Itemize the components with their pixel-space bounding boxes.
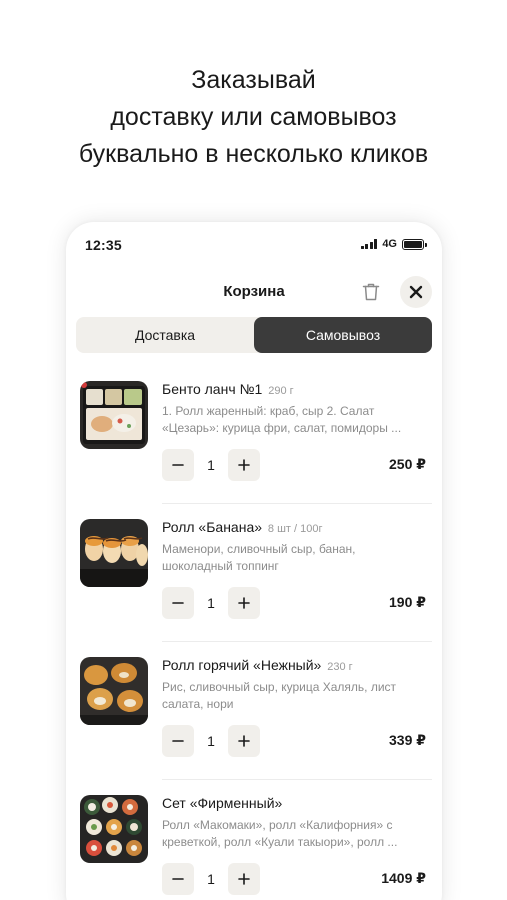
tab-pickup[interactable]: Самовывоз xyxy=(254,317,432,353)
increase-button[interactable] xyxy=(228,863,260,895)
item-quantity: 1 xyxy=(207,871,215,887)
status-bar: 12:35 4G xyxy=(66,222,442,266)
product-image xyxy=(80,657,148,725)
cart-item: Бенто ланч №1 290 г 1. Ролл жаренный: кр… xyxy=(66,365,442,503)
item-quantity: 1 xyxy=(207,595,215,611)
product-image xyxy=(80,795,148,863)
minus-icon xyxy=(172,878,184,880)
item-price: 1409 ₽ xyxy=(381,870,426,886)
trash-icon[interactable] xyxy=(361,281,381,303)
headline-line-3: буквально в несколько кликов xyxy=(78,140,429,168)
decrease-button[interactable] xyxy=(162,449,194,481)
item-title-line: Ролл горячий «Нежный» 230 г xyxy=(162,657,432,673)
minus-icon xyxy=(172,740,184,742)
item-weight: 230 г xyxy=(327,661,353,673)
headline-line-1: Заказывай xyxy=(191,66,316,94)
item-title-line: Сет «Фирменный» xyxy=(162,795,432,811)
network-type: 4G xyxy=(382,238,397,250)
cart-item: Ролл горячий «Нежный» 230 г Рис, сливочн… xyxy=(66,641,442,779)
status-time: 12:35 xyxy=(85,237,122,253)
item-description: 1. Ролл жаренный: краб, сыр 2. Салат «Це… xyxy=(162,404,402,435)
increase-button[interactable] xyxy=(228,449,260,481)
minus-icon xyxy=(172,602,184,604)
cart-items-list: Бенто ланч №1 290 г 1. Ролл жаренный: кр… xyxy=(66,365,442,900)
plus-icon xyxy=(238,735,250,747)
quantity-stepper: 1 xyxy=(162,449,260,481)
item-name: Ролл горячий «Нежный» xyxy=(162,657,322,673)
battery-icon xyxy=(402,238,427,250)
item-quantity: 1 xyxy=(207,733,215,749)
page-title: Корзина xyxy=(223,283,285,300)
signal-icon xyxy=(360,239,378,249)
cart-item: Ролл «Банана» 8 шт / 100г Маменори, слив… xyxy=(66,503,442,641)
item-quantity: 1 xyxy=(207,457,215,473)
item-name: Бенто ланч №1 xyxy=(162,381,263,397)
item-description: Рис, сливочный сыр, курица Халяль, лист … xyxy=(162,680,397,711)
product-image xyxy=(80,519,148,587)
product-image xyxy=(80,381,148,449)
cart-header: Корзина xyxy=(66,274,442,310)
promo-headline: Заказывай доставку или самовывоз букваль… xyxy=(0,62,507,173)
quantity-stepper: 1 xyxy=(162,863,260,895)
decrease-button[interactable] xyxy=(162,587,194,619)
item-price: 190 ₽ xyxy=(389,594,426,610)
delivery-mode-switch: Доставка Самовывоз xyxy=(76,317,432,353)
plus-icon xyxy=(238,597,250,609)
item-title-line: Бенто ланч №1 290 г xyxy=(162,381,432,397)
phone-mockup: 12:35 4G Корзина Доставка Самовывоз Бент… xyxy=(66,222,442,900)
decrease-button[interactable] xyxy=(162,725,194,757)
close-icon xyxy=(409,285,423,299)
increase-button[interactable] xyxy=(228,725,260,757)
item-name: Сет «Фирменный» xyxy=(162,795,283,811)
cart-item: Сет «Фирменный» Ролл «Макомаки», ролл «К… xyxy=(66,779,442,900)
increase-button[interactable] xyxy=(228,587,260,619)
quantity-stepper: 1 xyxy=(162,587,260,619)
item-description: Ролл «Макомаки», ролл «Калифорния» с кре… xyxy=(162,818,398,849)
quantity-stepper: 1 xyxy=(162,725,260,757)
decrease-button[interactable] xyxy=(162,863,194,895)
item-price: 250 ₽ xyxy=(389,456,426,472)
plus-icon xyxy=(238,873,250,885)
item-weight: 8 шт / 100г xyxy=(267,523,323,535)
status-indicators: 4G xyxy=(360,238,427,250)
headline-line-2: доставку или самовывоз xyxy=(110,103,397,131)
item-title-line: Ролл «Банана» 8 шт / 100г xyxy=(162,519,432,535)
tab-delivery[interactable]: Доставка xyxy=(76,317,254,353)
item-name: Ролл «Банана» xyxy=(162,519,263,535)
plus-icon xyxy=(238,459,250,471)
item-weight: 290 г xyxy=(268,385,294,397)
item-description: Маменори, сливочный сыр, банан, шоколадн… xyxy=(162,542,356,573)
minus-icon xyxy=(172,464,184,466)
close-button[interactable] xyxy=(400,276,432,308)
item-price: 339 ₽ xyxy=(389,732,426,748)
